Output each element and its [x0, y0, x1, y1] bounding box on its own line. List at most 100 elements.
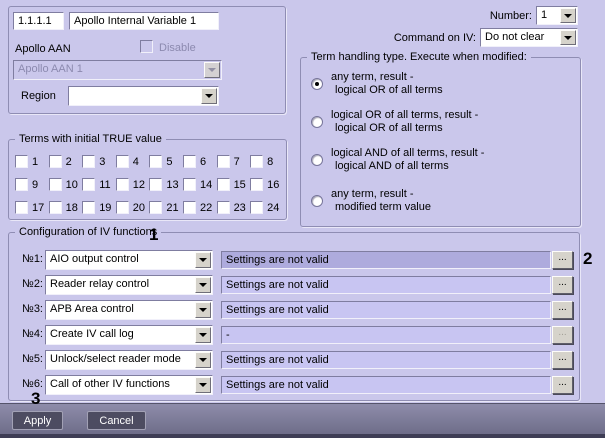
term-checkbox-cell[interactable]: 10 — [48, 178, 83, 191]
checkbox-icon[interactable] — [250, 178, 264, 191]
checkbox-icon[interactable] — [115, 201, 129, 214]
disable-checkbox[interactable] — [140, 40, 153, 53]
checkbox-icon[interactable] — [182, 155, 196, 168]
term-checkbox-cell[interactable]: 20 — [115, 201, 150, 214]
checkbox-icon[interactable] — [82, 155, 96, 168]
radio-option-logical-and[interactable]: logical AND of all terms, result - logic… — [311, 147, 484, 173]
radio-option-modified-term[interactable]: any term, result - modified term value — [311, 188, 431, 214]
checkbox-icon[interactable] — [15, 155, 28, 168]
term-checkbox-cell[interactable]: 11 — [82, 178, 116, 191]
checkbox-icon[interactable] — [149, 178, 163, 191]
radio-icon[interactable] — [311, 154, 323, 166]
callout-3: 3 — [31, 389, 41, 408]
checkbox-icon[interactable] — [15, 178, 28, 191]
checkbox-icon[interactable] — [149, 155, 163, 168]
term-checkbox-cell[interactable]: 23 — [216, 201, 251, 214]
function-select-6[interactable]: Call of other IV functions — [45, 375, 213, 395]
checkbox-icon[interactable] — [82, 178, 96, 191]
term-checkbox-cell[interactable]: 1 — [15, 155, 49, 168]
term-checkbox-cell[interactable]: 5 — [149, 155, 183, 168]
chevron-down-icon[interactable] — [560, 8, 576, 23]
variable-name-field[interactable]: Apollo Internal Variable 1 — [69, 12, 219, 30]
function-settings-button-3[interactable]: ... — [552, 301, 573, 319]
region-select-value — [69, 87, 200, 105]
term-checkbox-cell[interactable]: 9 — [15, 178, 49, 191]
function-select-5[interactable]: Unlock/select reader mode — [45, 350, 213, 370]
term-number: 14 — [199, 178, 213, 191]
iv-function-row-6: №6: Call of other IV functions Settings … — [9, 375, 579, 395]
radio-option-any-term-or[interactable]: any term, result - logical OR of all ter… — [311, 71, 443, 97]
term-checkbox-cell[interactable]: 19 — [82, 201, 116, 214]
chevron-down-icon[interactable] — [195, 327, 211, 343]
function-settings-button-2[interactable]: ... — [552, 276, 573, 294]
variable-id-field[interactable]: 1.1.1.1 — [13, 12, 64, 30]
term-checkbox-cell[interactable]: 16 — [250, 178, 284, 191]
term-checkbox-cell[interactable]: 13 — [149, 178, 183, 191]
aan-select: Apollo AAN 1 — [13, 60, 222, 80]
function-select-3[interactable]: APB Area control — [45, 300, 213, 320]
term-checkbox-cell[interactable]: 12 — [115, 178, 150, 191]
term-number: 12 — [132, 178, 146, 191]
chevron-down-icon[interactable] — [195, 302, 211, 318]
term-checkbox-cell[interactable]: 21 — [149, 201, 183, 214]
radio-icon[interactable] — [311, 195, 323, 207]
chevron-down-icon[interactable] — [195, 352, 211, 368]
term-checkbox-cell[interactable]: 14 — [182, 178, 217, 191]
radio-label-line1: logical AND of all terms, result - — [331, 147, 485, 159]
number-select[interactable]: 1 — [536, 6, 578, 25]
command-on-iv-select[interactable]: Do not clear — [480, 28, 578, 47]
chevron-down-icon[interactable] — [195, 277, 211, 293]
function-select-2[interactable]: Reader relay control — [45, 275, 213, 295]
checkbox-icon[interactable] — [216, 201, 230, 214]
term-checkbox-cell[interactable]: 8 — [250, 155, 284, 168]
term-checkbox-cell[interactable]: 15 — [216, 178, 251, 191]
iv-function-row-5: №5: Unlock/select reader mode Settings a… — [9, 350, 579, 370]
function-settings-button-1[interactable]: ... — [552, 251, 573, 269]
checkbox-icon[interactable] — [216, 178, 230, 191]
terms-row-3: 17 18 19 20 21 22 23 24 — [15, 201, 284, 214]
region-select[interactable] — [68, 86, 219, 106]
cancel-button[interactable]: Cancel — [87, 411, 146, 430]
term-checkbox-cell[interactable]: 17 — [15, 201, 49, 214]
checkbox-icon[interactable] — [115, 155, 129, 168]
iv-functions-group: Configuration of IV functions №1: AIO ou… — [8, 225, 580, 401]
checkbox-icon[interactable] — [15, 201, 28, 214]
radio-option-logical-or[interactable]: logical OR of all terms, result - logica… — [311, 109, 478, 135]
checkbox-icon[interactable] — [250, 201, 264, 214]
chevron-down-icon[interactable] — [195, 377, 211, 393]
checkbox-icon[interactable] — [82, 201, 96, 214]
checkbox-icon[interactable] — [182, 201, 196, 214]
chevron-down-icon[interactable] — [195, 252, 211, 268]
chevron-down-icon[interactable] — [560, 30, 576, 45]
apply-button[interactable]: Apply — [12, 411, 63, 430]
checkbox-icon[interactable] — [48, 201, 62, 214]
checkbox-icon[interactable] — [250, 155, 264, 168]
term-checkbox-cell[interactable]: 6 — [182, 155, 217, 168]
term-checkbox-cell[interactable]: 22 — [182, 201, 217, 214]
function-settings-button-6[interactable]: ... — [552, 376, 573, 394]
radio-icon[interactable] — [311, 116, 323, 128]
iv-function-row-4: №4: Create IV call log - ... — [9, 325, 579, 345]
term-checkbox-cell[interactable]: 3 — [82, 155, 116, 168]
checkbox-icon[interactable] — [48, 155, 62, 168]
checkbox-icon[interactable] — [115, 178, 129, 191]
checkbox-icon[interactable] — [216, 155, 230, 168]
function-select-1[interactable]: AIO output control — [45, 250, 213, 270]
term-checkbox-cell[interactable]: 4 — [115, 155, 150, 168]
checkbox-icon[interactable] — [48, 178, 62, 191]
terms-true-title: Terms with initial TRUE value — [15, 132, 166, 146]
term-checkbox-cell[interactable]: 7 — [216, 155, 251, 168]
chevron-down-icon[interactable] — [201, 88, 217, 104]
term-number: 8 — [267, 155, 274, 168]
radio-label-line2: logical OR of all terms — [335, 122, 443, 134]
term-handling-group: Term handling type. Execute when modifie… — [300, 50, 581, 227]
term-checkbox-cell[interactable]: 24 — [250, 201, 284, 214]
function-settings-button-5[interactable]: ... — [552, 351, 573, 369]
term-handling-title: Term handling type. Execute when modifie… — [307, 50, 531, 64]
radio-icon[interactable] — [311, 78, 323, 90]
checkbox-icon[interactable] — [149, 201, 163, 214]
function-select-4[interactable]: Create IV call log — [45, 325, 213, 345]
term-checkbox-cell[interactable]: 2 — [48, 155, 83, 168]
checkbox-icon[interactable] — [182, 178, 196, 191]
term-checkbox-cell[interactable]: 18 — [48, 201, 83, 214]
